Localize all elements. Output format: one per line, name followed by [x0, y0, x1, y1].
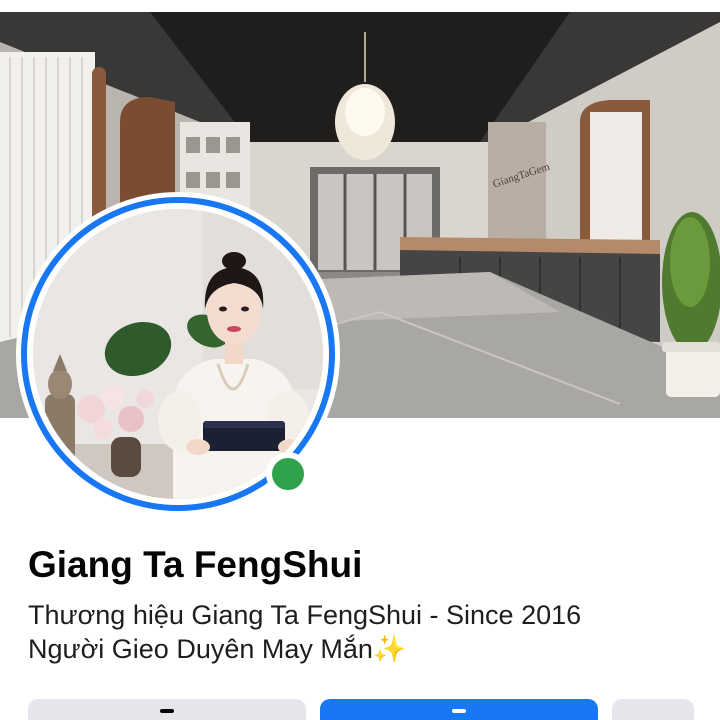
profile-bio: Thương hiệu Giang Ta FengShui - Since 20… [28, 598, 708, 666]
bio-line-2-text: Người Gieo Duyên May Mắn [28, 634, 373, 664]
profile-name: Giang Ta FengShui [28, 544, 363, 585]
online-status-icon [266, 452, 310, 496]
sparkles-icon: ✨ [372, 634, 407, 664]
button-icon [160, 709, 174, 713]
bio-line-1: Thương hiệu Giang Ta FengShui - Since 20… [28, 600, 582, 630]
bio-line-2: Người Gieo Duyên May Mắn✨ [28, 632, 708, 666]
more-options-button[interactable] [612, 699, 694, 720]
button-icon [452, 709, 466, 713]
primary-action-button[interactable] [320, 699, 598, 720]
status-bar-area [0, 0, 720, 12]
secondary-action-button[interactable] [28, 699, 306, 720]
